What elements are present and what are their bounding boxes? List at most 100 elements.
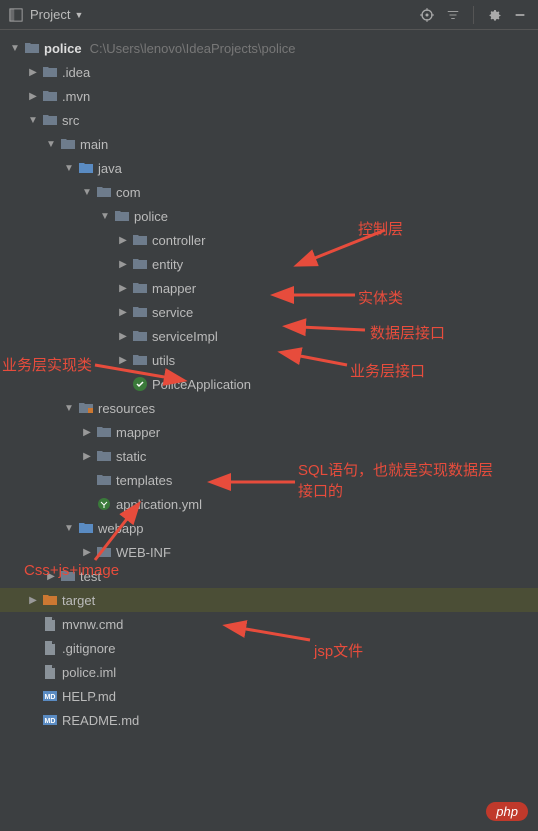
minimize-icon[interactable] [510,5,530,25]
node-label: controller [152,233,205,248]
iml-file-icon [42,664,58,680]
package-icon [114,208,130,224]
folder-icon [96,424,112,440]
folder-icon [96,472,112,488]
tree-node-controller[interactable]: ▶ controller [0,228,538,252]
collapse-icon[interactable] [443,5,463,25]
folder-icon [42,112,58,128]
tree-node-utils[interactable]: ▶ utils [0,348,538,372]
project-toolbar: Project ▼ [0,0,538,30]
tree-node-gitignore[interactable]: ▶ .gitignore [0,636,538,660]
tree-node-static[interactable]: ▶ static [0,444,538,468]
tree-node-src[interactable]: ▼ src [0,108,538,132]
package-icon [132,352,148,368]
gear-icon[interactable] [484,5,504,25]
node-label: entity [152,257,183,272]
tree-node-policeapplication[interactable]: ▶ PoliceApplication [0,372,538,396]
watermark-badge: php [486,802,528,821]
node-label: .gitignore [62,641,115,656]
package-icon [132,304,148,320]
tree-node-res-mapper[interactable]: ▶ mapper [0,420,538,444]
expand-arrow-icon: ▼ [82,187,92,198]
collapse-arrow-icon: ▶ [28,67,38,78]
collapse-arrow-icon: ▶ [82,427,92,438]
tree-node-templates[interactable]: ▶ templates [0,468,538,492]
node-label: webapp [98,521,144,536]
folder-icon [42,88,58,104]
collapse-arrow-icon: ▶ [82,547,92,558]
node-label: PoliceApplication [152,377,251,392]
tree-node-mvn[interactable]: ▶ .mvn [0,84,538,108]
expand-arrow-icon: ▼ [64,523,74,534]
node-label: .idea [62,65,90,80]
node-label: WEB-INF [116,545,171,560]
node-label: java [98,161,122,176]
node-label: police.iml [62,665,116,680]
node-label: utils [152,353,175,368]
folder-icon [96,448,112,464]
tree-node-policeiml[interactable]: ▶ police.iml [0,660,538,684]
package-icon [132,280,148,296]
tree-node-readme[interactable]: ▶ README.md [0,708,538,732]
package-icon [132,232,148,248]
source-folder-icon [78,160,94,176]
markdown-file-icon [42,712,58,728]
package-icon [96,184,112,200]
collapse-arrow-icon: ▶ [28,91,38,102]
file-icon [42,616,58,632]
toolbar-title[interactable]: Project ▼ [30,7,83,22]
tree-node-serviceimpl[interactable]: ▶ serviceImpl [0,324,538,348]
tree-node-entity[interactable]: ▶ entity [0,252,538,276]
module-folder-icon [24,40,40,56]
node-label: mapper [116,425,160,440]
expand-arrow-icon: ▼ [64,403,74,414]
expand-arrow-icon: ▼ [100,211,110,222]
collapse-arrow-icon: ▶ [118,283,128,294]
tree-root[interactable]: ▼ police C:\Users\lenovo\IdeaProjects\po… [0,36,538,60]
expand-arrow-icon: ▼ [10,43,20,54]
collapse-arrow-icon: ▶ [46,571,56,582]
collapse-arrow-icon: ▶ [28,595,38,606]
tree-node-mvnwcmd[interactable]: ▶ mvnw.cmd [0,612,538,636]
node-label: resources [98,401,155,416]
tree-node-java[interactable]: ▼ java [0,156,538,180]
tree-node-webapp[interactable]: ▼ webapp [0,516,538,540]
node-label: static [116,449,146,464]
root-path: C:\Users\lenovo\IdeaProjects\police [90,41,296,56]
folder-icon [96,544,112,560]
node-label: templates [116,473,172,488]
node-label: README.md [62,713,139,728]
tree-node-police[interactable]: ▼ police [0,204,538,228]
node-label: target [62,593,95,608]
tree-node-idea[interactable]: ▶ .idea [0,60,538,84]
tree-node-mapper[interactable]: ▶ mapper [0,276,538,300]
collapse-arrow-icon: ▶ [118,307,128,318]
markdown-file-icon [42,688,58,704]
node-label: mvnw.cmd [62,617,123,632]
collapse-arrow-icon: ▶ [118,355,128,366]
target-icon[interactable] [417,5,437,25]
node-label: com [116,185,141,200]
expand-arrow-icon: ▼ [64,163,74,174]
folder-icon [60,568,76,584]
tree-node-main[interactable]: ▼ main [0,132,538,156]
tree-node-appyml[interactable]: ▶ application.yml [0,492,538,516]
collapse-arrow-icon: ▶ [118,259,128,270]
node-label: test [80,569,101,584]
tree-node-target[interactable]: ▶ target [0,588,538,612]
tree-node-service[interactable]: ▶ service [0,300,538,324]
expand-arrow-icon: ▼ [46,139,56,150]
node-label: police [134,209,168,224]
tree-node-test[interactable]: ▶ test [0,564,538,588]
yml-file-icon [96,496,112,512]
folder-icon [60,136,76,152]
tree-node-resources[interactable]: ▼ resources [0,396,538,420]
tree-node-com[interactable]: ▼ com [0,180,538,204]
tree-node-helpmd[interactable]: ▶ HELP.md [0,684,538,708]
collapse-arrow-icon: ▶ [118,235,128,246]
expand-arrow-icon: ▼ [28,115,38,126]
node-label: service [152,305,193,320]
node-label: mapper [152,281,196,296]
tree-node-webinf[interactable]: ▶ WEB-INF [0,540,538,564]
node-label: src [62,113,79,128]
